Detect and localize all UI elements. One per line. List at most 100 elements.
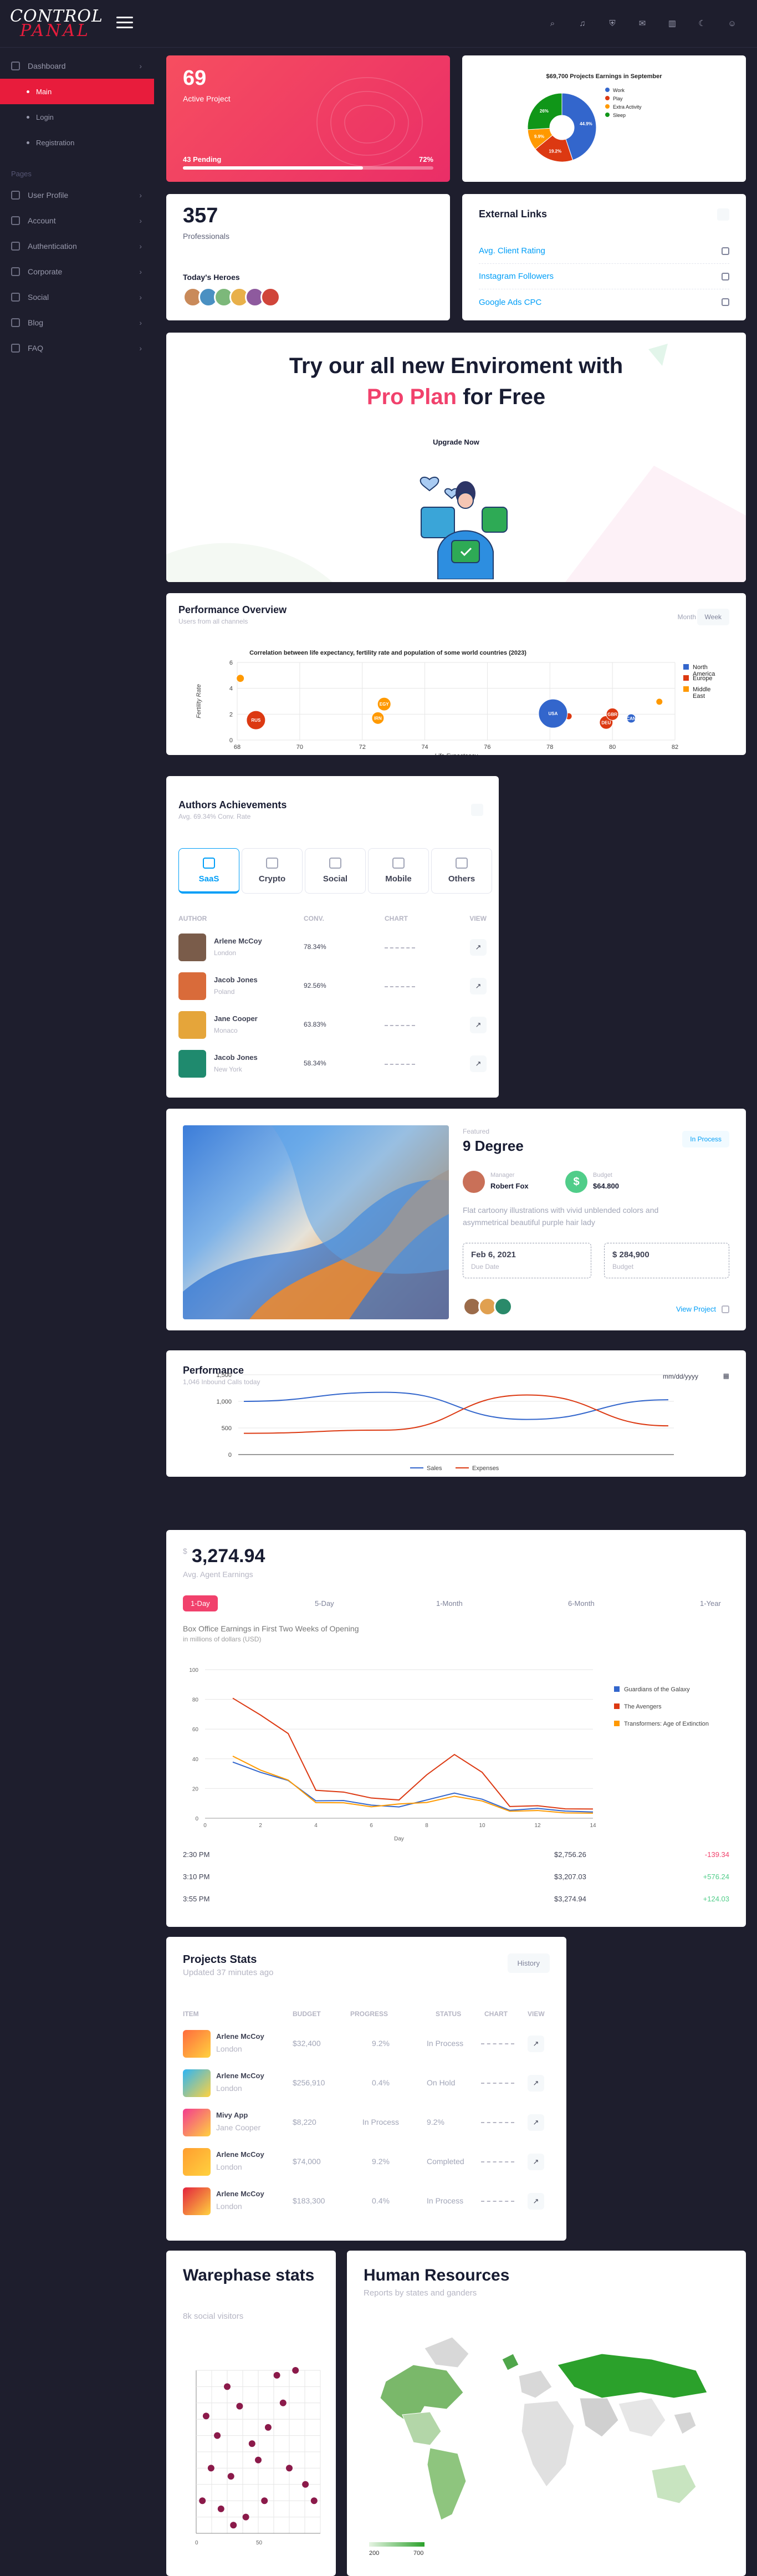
scatter-point[interactable] [255, 2456, 262, 2463]
scatter-point[interactable] [302, 2481, 309, 2488]
menu-toggle-icon[interactable] [116, 17, 133, 29]
history-button[interactable]: History [507, 1953, 550, 1973]
sidebar-item-user-profile[interactable]: User Profile › [0, 182, 154, 208]
author-name[interactable]: Jacob Jones [214, 1053, 258, 1062]
series-line[interactable] [232, 1697, 594, 1810]
sidebar-item-authentication[interactable]: Authentication › [0, 233, 154, 259]
sidebar-item-label: FAQ [28, 344, 44, 353]
scatter-point[interactable] [286, 2465, 293, 2472]
project-name[interactable]: Arlene McCoy [216, 2190, 264, 2198]
scatter-point[interactable] [224, 2383, 231, 2390]
card-menu-icon[interactable] [471, 804, 483, 816]
author-name[interactable]: Jane Cooper [214, 1014, 258, 1023]
scatter-point[interactable] [292, 2367, 299, 2374]
external-link-row[interactable]: Instagram Followers [479, 264, 729, 289]
active-project-label: Active Project [183, 94, 231, 103]
moon-icon[interactable]: ☾ [690, 17, 714, 31]
project-name[interactable]: Arlene McCoy [216, 2150, 264, 2159]
project-thumbnail [183, 2030, 211, 2058]
view-button[interactable]: ↗ [528, 2114, 544, 2131]
legend-label: Europe [693, 675, 712, 682]
chat-icon[interactable]: ✉ [631, 17, 654, 31]
view-button[interactable]: ↗ [470, 939, 487, 956]
view-button[interactable]: ↗ [528, 2193, 544, 2210]
sidebar-item-blog[interactable]: Blog › [0, 310, 154, 335]
view-button[interactable]: ↗ [528, 2154, 544, 2170]
sidebar-sub-registration[interactable]: Registration [0, 130, 154, 155]
earnings-subtitle: Avg. Agent Earnings [183, 1570, 253, 1579]
y-tick-label: 0 [229, 737, 233, 744]
author-name[interactable]: Arlene McCoy [214, 937, 262, 945]
earnings-amount: 3,274.94 [192, 1545, 265, 1567]
bubble-point[interactable] [656, 698, 663, 706]
project-name[interactable]: Arlene McCoy [216, 2032, 264, 2041]
external-link-row[interactable]: Avg. Client Rating [479, 238, 729, 264]
scatter-point[interactable] [242, 2513, 249, 2521]
range-tab-1day[interactable]: 1-Day [183, 1595, 218, 1611]
scatter-point[interactable] [310, 2497, 318, 2504]
scatter-point[interactable] [202, 2412, 209, 2420]
project-name[interactable]: Arlene McCoy [216, 2072, 264, 2080]
scatter-point[interactable] [264, 2424, 272, 2431]
sidebar-sub-main[interactable]: Main [0, 79, 154, 104]
external-link-text: Instagram Followers [479, 272, 554, 281]
scatter-point[interactable] [217, 2505, 224, 2512]
external-link-row[interactable]: Google Ads CPC [479, 289, 729, 315]
promo-card: Try our all new Enviroment with Pro Plan… [166, 333, 746, 582]
range-tab-1month[interactable]: 1-Month [436, 1599, 463, 1608]
view-button[interactable]: ↗ [528, 2075, 544, 2092]
scatter-point[interactable] [214, 2432, 221, 2439]
upgrade-button[interactable]: Upgrade Now [166, 438, 746, 446]
range-tab-6month[interactable]: 6-Month [568, 1599, 595, 1608]
progress-bar [183, 166, 433, 170]
card-menu-icon[interactable] [717, 208, 729, 221]
user-icon[interactable]: ☺ [720, 17, 744, 31]
legend-swatch [605, 104, 610, 109]
view-project-link[interactable]: View Project [676, 1305, 716, 1313]
view-button[interactable]: ↗ [470, 1017, 487, 1033]
sidebar-item-social[interactable]: Social › [0, 284, 154, 310]
series-line[interactable] [243, 1391, 669, 1420]
search-icon[interactable]: ⌕ [541, 17, 564, 31]
tab-social[interactable]: Social [305, 848, 366, 894]
tab-saas[interactable]: SaaS [178, 848, 239, 894]
project-budget: $256,910 [293, 2078, 325, 2087]
scatter-point[interactable] [236, 2402, 243, 2410]
scatter-point[interactable] [279, 2399, 287, 2406]
range-tab-1year[interactable]: 1-Year [700, 1599, 721, 1608]
scatter-point[interactable] [227, 2473, 234, 2480]
view-button[interactable]: ↗ [470, 978, 487, 994]
view-button[interactable]: ↗ [470, 1055, 487, 1072]
tab-mobile[interactable]: Mobile [368, 848, 429, 894]
sidebar-item-corporate[interactable]: Corporate › [0, 259, 154, 284]
sidebar-item-dashboard[interactable]: Dashboard › [0, 53, 154, 79]
author-name[interactable]: Jacob Jones [214, 976, 258, 984]
logo[interactable]: CONTROL PANAL [10, 8, 103, 39]
project-name[interactable]: Mivy App [216, 2111, 248, 2119]
bell-icon[interactable]: ♫ [571, 17, 594, 31]
sidebar-item-faq[interactable]: FAQ › [0, 335, 154, 361]
avatar[interactable] [494, 1297, 513, 1316]
view-button[interactable]: ↗ [528, 2036, 544, 2052]
chart-icon[interactable]: ▥ [661, 17, 684, 31]
project-status: On Hold [427, 2078, 456, 2087]
scatter-point[interactable] [261, 2497, 268, 2504]
range-tab-5day[interactable]: 5-Day [315, 1599, 334, 1608]
scatter-point[interactable] [207, 2465, 214, 2472]
bubble-point[interactable] [236, 674, 245, 683]
sidebar-sub-login[interactable]: Login [0, 104, 154, 130]
scatter-point[interactable] [230, 2522, 237, 2529]
scatter-point[interactable] [273, 2371, 280, 2379]
tab-label: Social [323, 874, 348, 884]
scatter-point[interactable] [248, 2440, 255, 2447]
scatter-point[interactable] [199, 2497, 206, 2504]
sidebar-item-account[interactable]: Account › [0, 208, 154, 233]
column-header: BUDGET [293, 2010, 321, 2018]
avatar[interactable] [260, 287, 280, 307]
tab-crypto[interactable]: Crypto [242, 848, 303, 894]
series-line[interactable] [232, 1756, 594, 1814]
series-line[interactable] [243, 1394, 669, 1434]
author-city: New York [214, 1065, 242, 1073]
tab-others[interactable]: Others [431, 848, 492, 894]
shield-icon[interactable]: ⛨ [601, 17, 624, 31]
